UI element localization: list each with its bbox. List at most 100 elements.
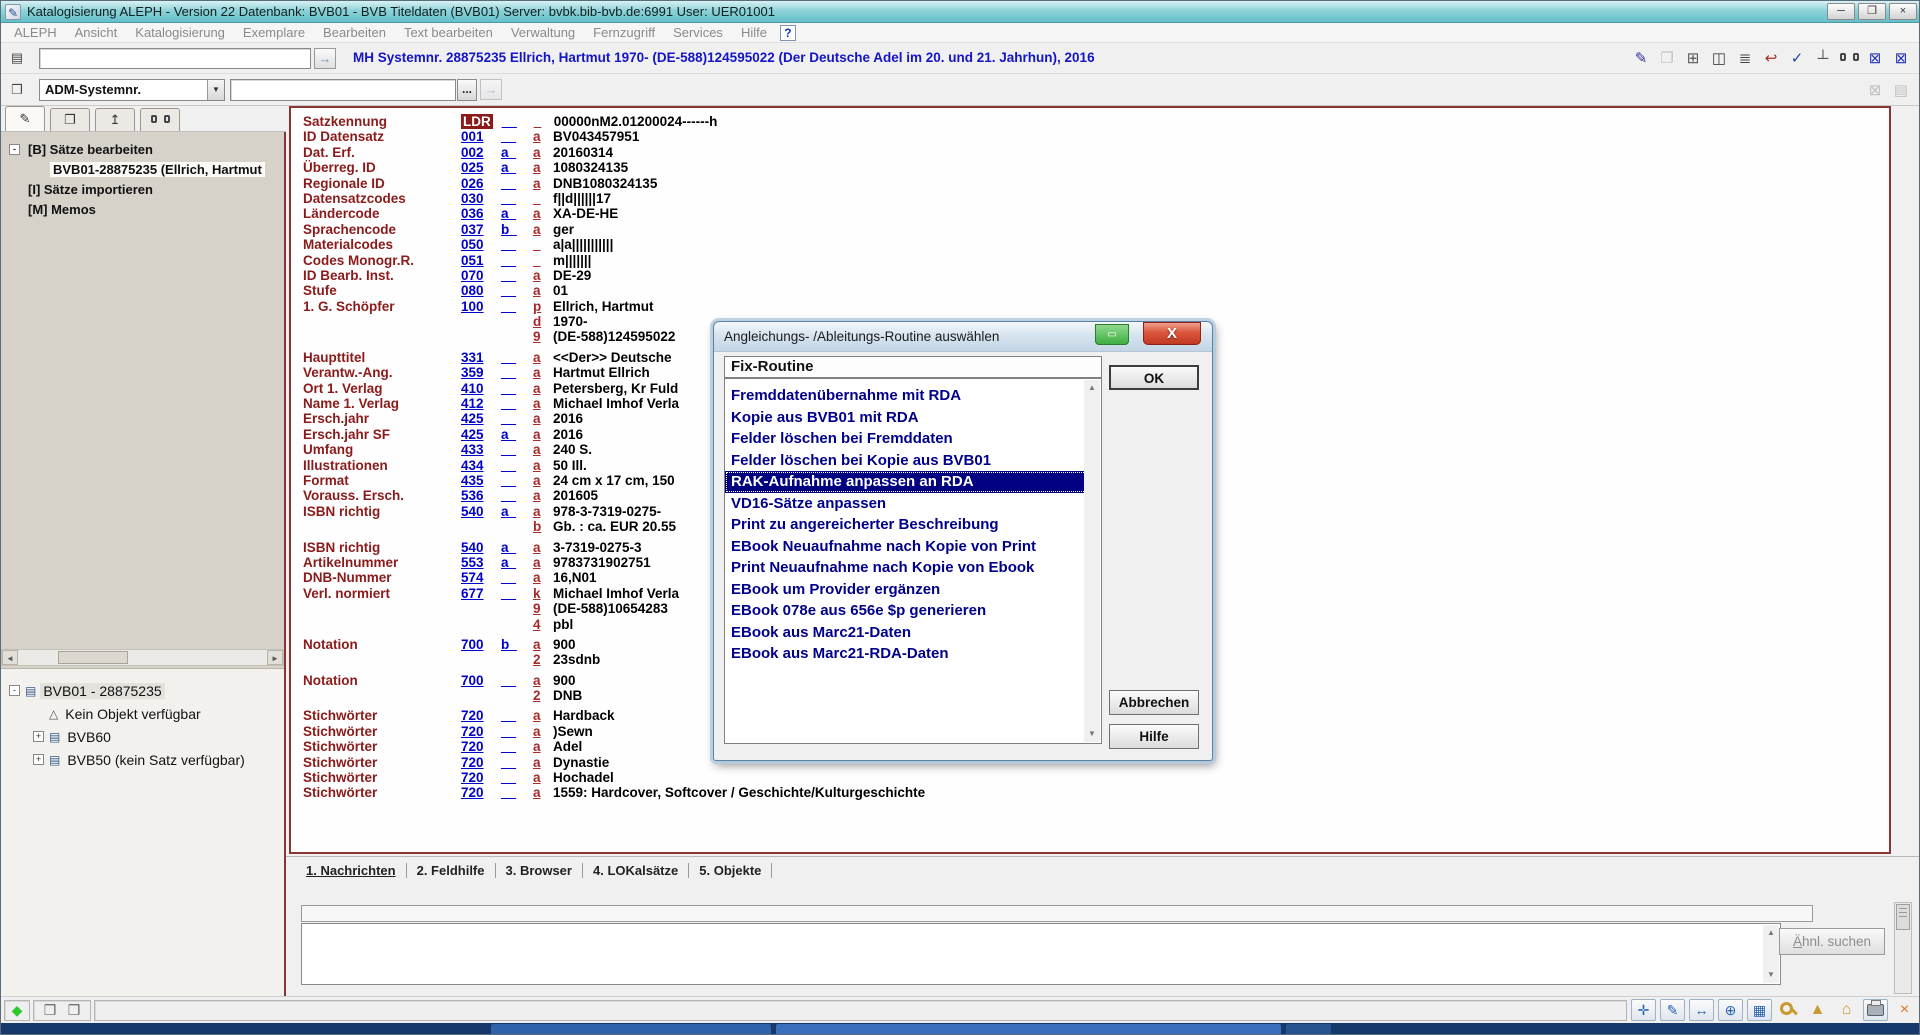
field-indicators[interactable]: __: [501, 673, 533, 688]
tab-copy-records[interactable]: ❐: [50, 108, 90, 131]
field-tag[interactable]: 002: [461, 145, 501, 160]
fix-routine-option[interactable]: Felder löschen bei Fremddaten: [725, 428, 1101, 450]
field-value[interactable]: Ellrich, Hartmut: [553, 299, 654, 314]
field-tag[interactable]: 425: [461, 427, 501, 442]
field-tag[interactable]: 433: [461, 442, 501, 457]
field-tag[interactable]: 001: [461, 129, 501, 144]
more-options-button[interactable]: ...: [457, 79, 477, 101]
collapse-icon[interactable]: -: [9, 685, 20, 696]
field-tag[interactable]: LDR: [461, 114, 493, 129]
field-subfield-code[interactable]: a: [533, 268, 553, 283]
chevron-down-icon[interactable]: ▼: [207, 80, 224, 100]
expand-icon[interactable]: +: [33, 754, 44, 765]
field-subfield-code[interactable]: _: [533, 191, 553, 206]
tab-5-objekte[interactable]: 5. Objekte: [689, 863, 772, 878]
field-value[interactable]: f||d||||||17: [553, 191, 611, 206]
field-value[interactable]: 1080324135: [553, 160, 628, 175]
scroll-up-icon[interactable]: ▲: [1763, 925, 1779, 941]
field-indicators[interactable]: __: [501, 381, 533, 396]
field-subfield-code[interactable]: a: [533, 488, 553, 503]
field-value[interactable]: m|||||||: [553, 253, 591, 268]
field-subfield-code[interactable]: 9: [533, 601, 553, 616]
field-indicators[interactable]: __: [502, 114, 534, 129]
field-value[interactable]: 978-3-7319-0275-: [553, 504, 661, 519]
nav-doc-icon[interactable]: ▤: [1889, 78, 1913, 102]
field-subfield-code[interactable]: a: [533, 739, 553, 754]
tab-1-nachrichten[interactable]: 1. Nachrichten: [296, 863, 407, 878]
menu-exemplare[interactable]: Exemplare: [234, 25, 314, 40]
edit-record-icon[interactable]: ✎: [1629, 46, 1653, 70]
field-indicators[interactable]: __: [501, 739, 533, 754]
field-indicators[interactable]: __: [501, 237, 533, 252]
sidebar-horizontal-scrollbar[interactable]: ◄ ►: [1, 649, 284, 666]
taskbar-window-button[interactable]: [1286, 1024, 1331, 1035]
globe-icon[interactable]: ⊕: [1718, 999, 1743, 1021]
field-indicators[interactable]: __: [501, 488, 533, 503]
fix-routine-option[interactable]: Felder löschen bei Kopie aus BVB01: [725, 450, 1101, 472]
menu-services[interactable]: Services: [664, 25, 732, 40]
field-subfield-code[interactable]: a: [533, 504, 553, 519]
field-indicators[interactable]: __: [501, 283, 533, 298]
field-indicators[interactable]: __: [501, 350, 533, 365]
field-subfield-code[interactable]: a: [533, 673, 553, 688]
nav-value-input[interactable]: [230, 79, 456, 101]
field-value[interactable]: a|a|||||||||||: [553, 237, 613, 252]
scrollbar-thumb[interactable]: [58, 651, 128, 664]
field-value[interactable]: Hochadel: [553, 770, 614, 785]
help-icon[interactable]: ?: [780, 25, 796, 41]
fix-routine-option[interactable]: EBook 078e aus 656e $p generieren: [725, 600, 1101, 622]
field-tag[interactable]: 359: [461, 365, 501, 380]
field-value[interactable]: 24 cm x 17 cm, 150: [553, 473, 675, 488]
field-value[interactable]: (DE-588)10654283: [553, 601, 668, 616]
field-subfield-code[interactable]: a: [533, 555, 553, 570]
field-indicators[interactable]: a_: [501, 206, 533, 221]
fix-routine-option[interactable]: VD16-Sätze anpassen: [725, 493, 1101, 515]
field-subfield-code[interactable]: a: [533, 176, 553, 191]
fix-routine-option[interactable]: EBook aus Marc21-RDA-Daten: [725, 643, 1101, 665]
search-record-icon[interactable]: [1837, 46, 1861, 70]
field-tag[interactable]: 720: [461, 785, 501, 800]
field-subfield-code[interactable]: a: [533, 365, 553, 380]
field-value[interactable]: Adel: [553, 739, 582, 754]
field-subfield-code[interactable]: a: [533, 442, 553, 457]
field-value[interactable]: (DE-588)124595022: [553, 329, 675, 344]
field-indicators[interactable]: __: [501, 785, 533, 800]
tab-search[interactable]: [140, 108, 180, 131]
field-tag[interactable]: 036: [461, 206, 501, 221]
field-value[interactable]: 900: [553, 637, 576, 652]
field-indicators[interactable]: a_: [501, 427, 533, 442]
field-indicators[interactable]: __: [501, 724, 533, 739]
field-subfield-code[interactable]: a: [533, 129, 553, 144]
pane-scrollbar-thumb[interactable]: [1896, 904, 1910, 930]
overview-tree-node[interactable]: +▤BVB60: [1, 725, 284, 748]
tab-4-lokalsätze[interactable]: 4. LOKalsätze: [583, 863, 689, 878]
field-indicators[interactable]: __: [501, 755, 533, 770]
check-record-icon[interactable]: ✓: [1785, 46, 1809, 70]
field-tag[interactable]: 553: [461, 555, 501, 570]
field-indicators[interactable]: a_: [501, 555, 533, 570]
field-value[interactable]: Dynastie: [553, 755, 609, 770]
field-subfield-code[interactable]: a: [533, 637, 553, 652]
field-subfield-code[interactable]: b: [533, 519, 553, 534]
field-value[interactable]: XA-DE-HE: [553, 206, 618, 221]
field-value[interactable]: Michael Imhof Verla: [553, 586, 679, 601]
taskbar-window-button[interactable]: [776, 1024, 1281, 1035]
nav-delete-icon[interactable]: ⊠: [1863, 78, 1887, 102]
field-subfield-code[interactable]: p: [533, 299, 553, 314]
field-subfield-code[interactable]: _: [533, 237, 553, 252]
rollup-icon[interactable]: ▭: [1095, 324, 1129, 345]
full-view-list-icon[interactable]: ≣: [1733, 46, 1757, 70]
scroll-down-icon[interactable]: ▼: [1084, 726, 1100, 742]
nav-go-button[interactable]: →: [480, 79, 502, 100]
field-tag[interactable]: 434: [461, 458, 501, 473]
field-tag[interactable]: 412: [461, 396, 501, 411]
field-value[interactable]: ger: [553, 222, 574, 237]
menu-hilfe[interactable]: Hilfe: [732, 25, 776, 40]
key-icon[interactable]: [1776, 999, 1801, 1021]
field-value[interactable]: 201605: [553, 488, 598, 503]
field-tag[interactable]: 051: [461, 253, 501, 268]
scroll-up-icon[interactable]: ▲: [1084, 380, 1100, 396]
field-indicators[interactable]: __: [501, 458, 533, 473]
fix-routine-option[interactable]: Kopie aus BVB01 mit RDA: [725, 407, 1101, 429]
grid-view-icon[interactable]: ▦: [1747, 999, 1772, 1021]
